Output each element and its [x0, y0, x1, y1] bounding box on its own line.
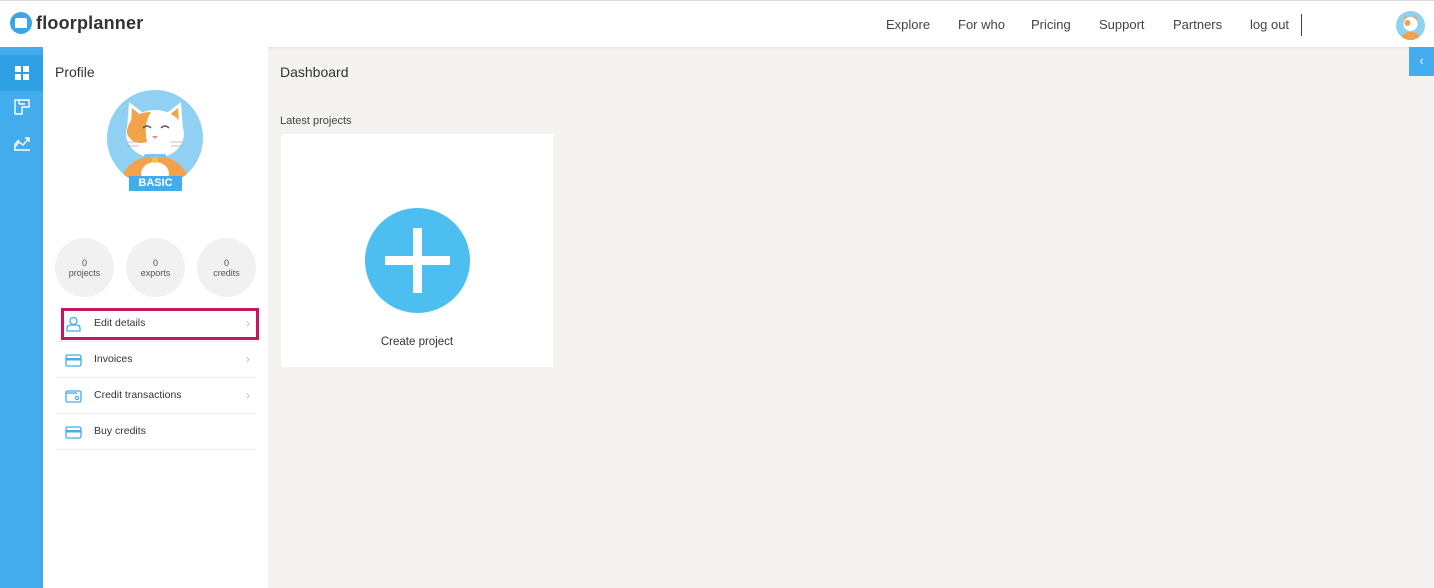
- stat-projects: 0 projects: [55, 238, 114, 297]
- nav-log-out[interactable]: log out: [1250, 17, 1289, 35]
- collapse-panel-button[interactable]: ‹: [1409, 47, 1434, 76]
- floorplanner-logo-icon: [10, 12, 32, 34]
- chevron-right-icon: ›: [246, 388, 250, 402]
- stat-exports: 0 exports: [126, 238, 185, 297]
- logo-text: floorplanner: [36, 12, 144, 33]
- nav-pricing[interactable]: Pricing: [1031, 17, 1071, 35]
- rail-statistics[interactable]: [0, 125, 43, 161]
- nav-explore[interactable]: Explore: [886, 17, 930, 35]
- stat-label: credits: [213, 268, 240, 278]
- menu-label: Credit transactions: [94, 389, 182, 401]
- page-title: Dashboard: [280, 64, 349, 80]
- chevron-left-icon: ‹: [1419, 53, 1424, 68]
- stat-credits: 0 credits: [197, 238, 256, 297]
- create-project-card[interactable]: Create project: [281, 134, 553, 367]
- user-icon: [66, 316, 81, 332]
- rail-projects[interactable]: [0, 89, 43, 125]
- menu-buy-credits[interactable]: Buy credits: [56, 414, 256, 450]
- chevron-right-icon: ›: [246, 316, 250, 330]
- menu-label: Buy credits: [94, 425, 146, 437]
- user-avatar[interactable]: [1396, 11, 1425, 40]
- nav-for-who[interactable]: For who: [958, 17, 1005, 35]
- stat-label: exports: [140, 268, 171, 278]
- floorplan-icon: [13, 99, 30, 115]
- plan-badge: BASIC: [129, 176, 182, 191]
- menu-label: Invoices: [94, 353, 133, 365]
- plus-icon[interactable]: [365, 208, 470, 313]
- chart-icon: [13, 137, 30, 151]
- menu-label: Edit details: [94, 317, 146, 329]
- stat-value: 0: [223, 258, 229, 268]
- rail-dashboard[interactable]: [0, 55, 43, 91]
- wallet-icon: [65, 390, 82, 403]
- stat-value: 0: [152, 258, 158, 268]
- top-navbar: floorplanner Explore For who Pricing Sup…: [0, 0, 1434, 47]
- card-icon: [65, 426, 82, 439]
- create-project-label: Create project: [380, 336, 454, 348]
- left-icon-rail: [0, 47, 43, 588]
- section-label: Latest projects: [280, 115, 352, 127]
- cat-avatar-icon: [1401, 15, 1420, 40]
- menu-edit-details[interactable]: Edit details ›: [56, 306, 256, 342]
- nav-divider: [1301, 14, 1302, 36]
- profile-title: Profile: [55, 64, 95, 80]
- stat-label: projects: [68, 268, 101, 278]
- logo[interactable]: floorplanner: [10, 12, 143, 34]
- cat-avatar-icon: [121, 102, 189, 186]
- nav-partners[interactable]: Partners: [1173, 17, 1222, 35]
- stat-value: 0: [81, 258, 87, 268]
- chevron-right-icon: ›: [246, 352, 250, 366]
- card-icon: [65, 354, 82, 367]
- nav-support[interactable]: Support: [1099, 17, 1145, 35]
- profile-panel: Profile BASIC 0 projects 0 exports 0 cre…: [43, 47, 268, 588]
- menu-invoices[interactable]: Invoices ›: [56, 342, 256, 378]
- menu-credit-transactions[interactable]: Credit transactions ›: [56, 378, 256, 414]
- dashboard-grid-icon: [14, 66, 29, 80]
- profile-avatar: [107, 90, 203, 186]
